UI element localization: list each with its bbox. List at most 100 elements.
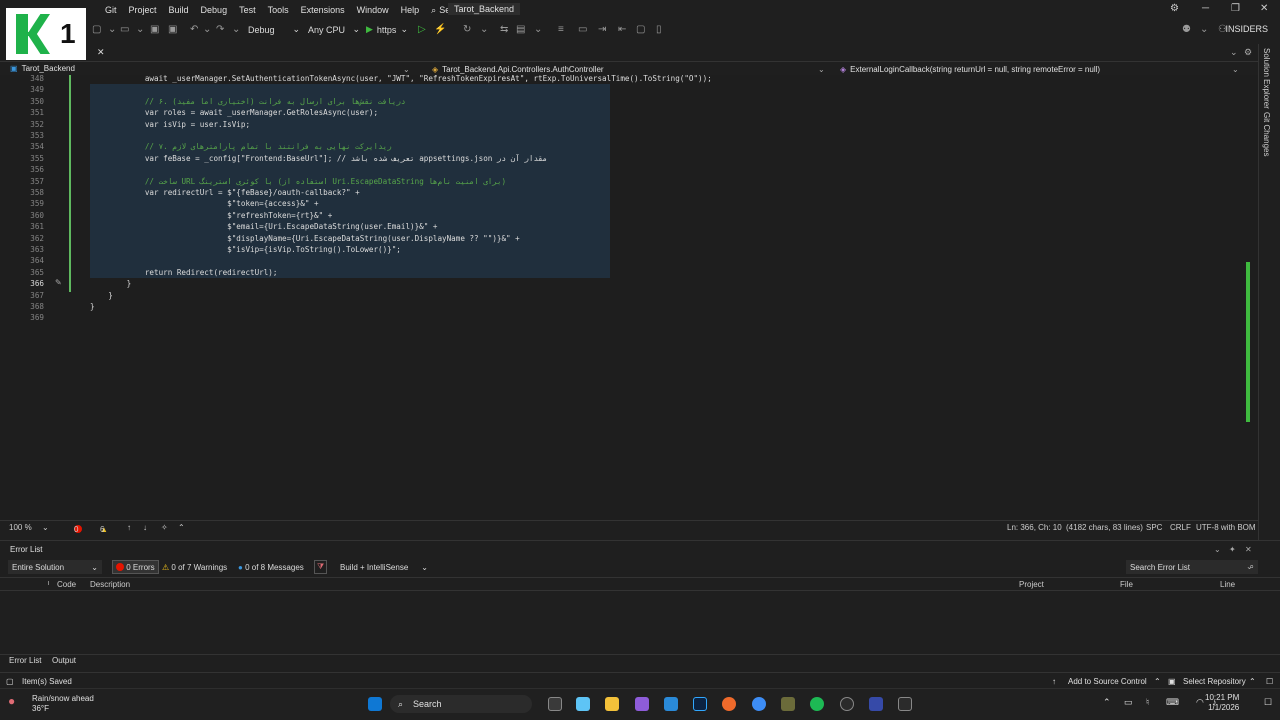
git-changes-tab[interactable]: Git Changes (1262, 112, 1271, 156)
app-icon[interactable] (869, 697, 883, 711)
code-line[interactable]: 350 // ۶. دریافت نقش‌ها برای ارسال به فر… (0, 96, 1250, 107)
platform-dropdown[interactable]: Any CPU ⌄ (308, 23, 360, 36)
outdent-icon[interactable]: ⇤ (618, 24, 626, 35)
code-line[interactable]: 364 (0, 255, 1250, 266)
arrow-up-icon[interactable]: ↑ (127, 523, 131, 532)
column-code[interactable]: Code (57, 580, 76, 589)
chevron-down-icon[interactable]: ⌄ (42, 523, 49, 532)
app-icon[interactable] (781, 697, 795, 711)
minimize-icon[interactable]: ─ (1202, 3, 1209, 14)
build-filter-dropdown[interactable]: Build + IntelliSense ⌄ (336, 560, 432, 574)
save-icon[interactable]: ▣ (150, 24, 159, 35)
pin-icon[interactable]: ✦ (1229, 545, 1236, 554)
undo-icon[interactable]: ↶ (190, 24, 198, 35)
errors-filter-button[interactable]: 0 Errors (112, 560, 159, 574)
run-button[interactable]: ▶ https ⌄ (366, 23, 414, 36)
code-line[interactable]: 366 } (0, 278, 1250, 289)
code-line[interactable]: 369 (0, 312, 1250, 323)
menu-debug[interactable]: Debug (195, 4, 234, 16)
chevron-down-icon[interactable]: ⌄ (403, 65, 410, 74)
code-line[interactable]: 361 $"email={Uri.EscapeDataString(user.E… (0, 221, 1250, 232)
language-icon[interactable]: ⌨ (1166, 697, 1179, 708)
microphone-icon[interactable]: ♮ (1146, 697, 1149, 708)
code-line[interactable]: 359 $"token={access}&" + (0, 198, 1250, 209)
menu-git[interactable]: Git (99, 4, 123, 16)
filter-icon[interactable]: ⧩ (314, 560, 328, 574)
clock[interactable]: 10:21 PM 1/1/2026 (1205, 693, 1239, 713)
code-line[interactable]: 348 await _userManager.SetAuthentication… (0, 75, 1250, 84)
member-nav-dropdown[interactable]: ◈ ExternalLoginCallback(string returnUrl… (840, 65, 1100, 74)
menu-test[interactable]: Test (233, 4, 262, 16)
code-line[interactable]: 362 $"displayName={Uri.EscapeDataString(… (0, 233, 1250, 244)
code-line[interactable]: 351 var roles = await _userManager.GetRo… (0, 107, 1250, 118)
start-without-debugging-icon[interactable]: ▷ (418, 24, 426, 35)
zoom-level[interactable]: 100 % (9, 523, 32, 532)
menu-extensions[interactable]: Extensions (295, 4, 351, 16)
spotify-icon[interactable] (810, 697, 824, 711)
chevron-down-icon[interactable]: ⌄ (232, 24, 240, 35)
folder-icon[interactable]: ▭ (1124, 697, 1133, 708)
copilot-icon[interactable]: ⚉ (1182, 24, 1191, 35)
weather-widget[interactable]: Rain/snow ahead 36°F (32, 694, 94, 714)
tab-list-icon[interactable]: ⌄ (1230, 47, 1238, 58)
layout-icon[interactable]: ▤ (516, 24, 525, 35)
format-icon[interactable]: ≡ (558, 24, 564, 35)
code-line[interactable]: 349 (0, 84, 1250, 95)
bookmark-icon[interactable]: ▯ (656, 24, 662, 35)
warnings-filter-button[interactable]: ⚠ 0 of 7 Warnings (162, 560, 227, 574)
line-ending[interactable]: CRLF (1170, 523, 1191, 532)
vscode-icon[interactable] (664, 697, 678, 711)
chevron-down-icon[interactable]: ⌄ (1232, 65, 1239, 74)
chevron-down-icon[interactable]: ⌄ (203, 24, 211, 35)
code-line[interactable]: 363 $"isVip={isVip.ToString().ToLower()}… (0, 244, 1250, 255)
edit-pencil-icon[interactable]: ✎ (55, 278, 62, 287)
solution-explorer-tab[interactable]: Solution Explorer (1262, 48, 1271, 109)
firefox-icon[interactable] (722, 697, 736, 711)
select-repository-button[interactable]: Select Repository (1183, 677, 1246, 686)
arrow-down-icon[interactable]: ↓ (143, 523, 147, 532)
hot-reload-icon[interactable]: ⚡ (434, 24, 446, 35)
chevron-down-icon[interactable]: ⌄ (480, 24, 488, 35)
open-folder-icon[interactable]: ▭ (120, 24, 129, 35)
cleanup-icon[interactable]: ✧ (161, 523, 168, 532)
code-line[interactable]: 354 // ۷. ریدایرکت نهایی به فرانتند با ت… (0, 141, 1250, 152)
configuration-dropdown[interactable]: Debug ⌄ (248, 23, 300, 36)
weather-icon[interactable]: ● (8, 694, 15, 708)
chevron-up-icon[interactable]: ⌃ (178, 523, 185, 532)
redo-icon[interactable]: ↷ (216, 24, 224, 35)
start-icon[interactable] (368, 697, 382, 711)
column-line[interactable]: Line (1220, 580, 1235, 589)
app-icon[interactable] (840, 697, 854, 711)
photoshop-icon[interactable] (693, 697, 707, 711)
close-icon[interactable]: ✕ (1260, 3, 1268, 14)
visual-studio-icon[interactable] (635, 697, 649, 711)
copilot-app-icon[interactable] (576, 697, 590, 711)
scrollbar-change-marker[interactable] (1246, 262, 1250, 422)
notification-bell-icon[interactable]: ☐ (1264, 697, 1272, 708)
menu-help[interactable]: Help (395, 4, 426, 16)
new-file-icon[interactable]: ▢ (92, 24, 101, 35)
code-line[interactable]: 356 (0, 164, 1250, 175)
settings-icon[interactable]: ⚙ (1244, 47, 1252, 58)
code-line[interactable]: 367 } (0, 290, 1250, 301)
maximize-icon[interactable]: ❐ (1231, 3, 1240, 14)
terminal-icon[interactable] (898, 697, 912, 711)
browser-link-icon[interactable]: ⇆ (500, 24, 508, 35)
indent-icon[interactable]: ⇥ (598, 24, 606, 35)
chevron-down-icon[interactable]: ⌄ (1246, 562, 1253, 571)
code-line[interactable]: 360 $"refreshToken={rt}&" + (0, 210, 1250, 221)
chevron-down-icon[interactable]: ⌄ (534, 24, 542, 35)
column-description[interactable]: Description (90, 580, 130, 589)
chevron-down-icon[interactable]: ⌄ (108, 24, 116, 35)
indent-mode[interactable]: SPC (1146, 523, 1162, 532)
taskbar-search[interactable]: ⌕ Search (390, 695, 532, 713)
chevron-down-icon[interactable]: ⌄ (136, 24, 144, 35)
tab-error-list[interactable]: Error List (9, 656, 41, 665)
column-project[interactable]: Project (1019, 580, 1044, 589)
menu-project[interactable]: Project (123, 4, 163, 16)
close-tab-icon[interactable]: ✕ (97, 47, 105, 58)
close-icon[interactable]: ✕ (1245, 545, 1252, 554)
class-nav-dropdown[interactable]: ◈ Tarot_Backend.Api.Controllers.AuthCont… (432, 65, 604, 74)
add-to-source-control-button[interactable]: Add to Source Control (1068, 677, 1147, 686)
code-line[interactable]: 368} (0, 301, 1250, 312)
